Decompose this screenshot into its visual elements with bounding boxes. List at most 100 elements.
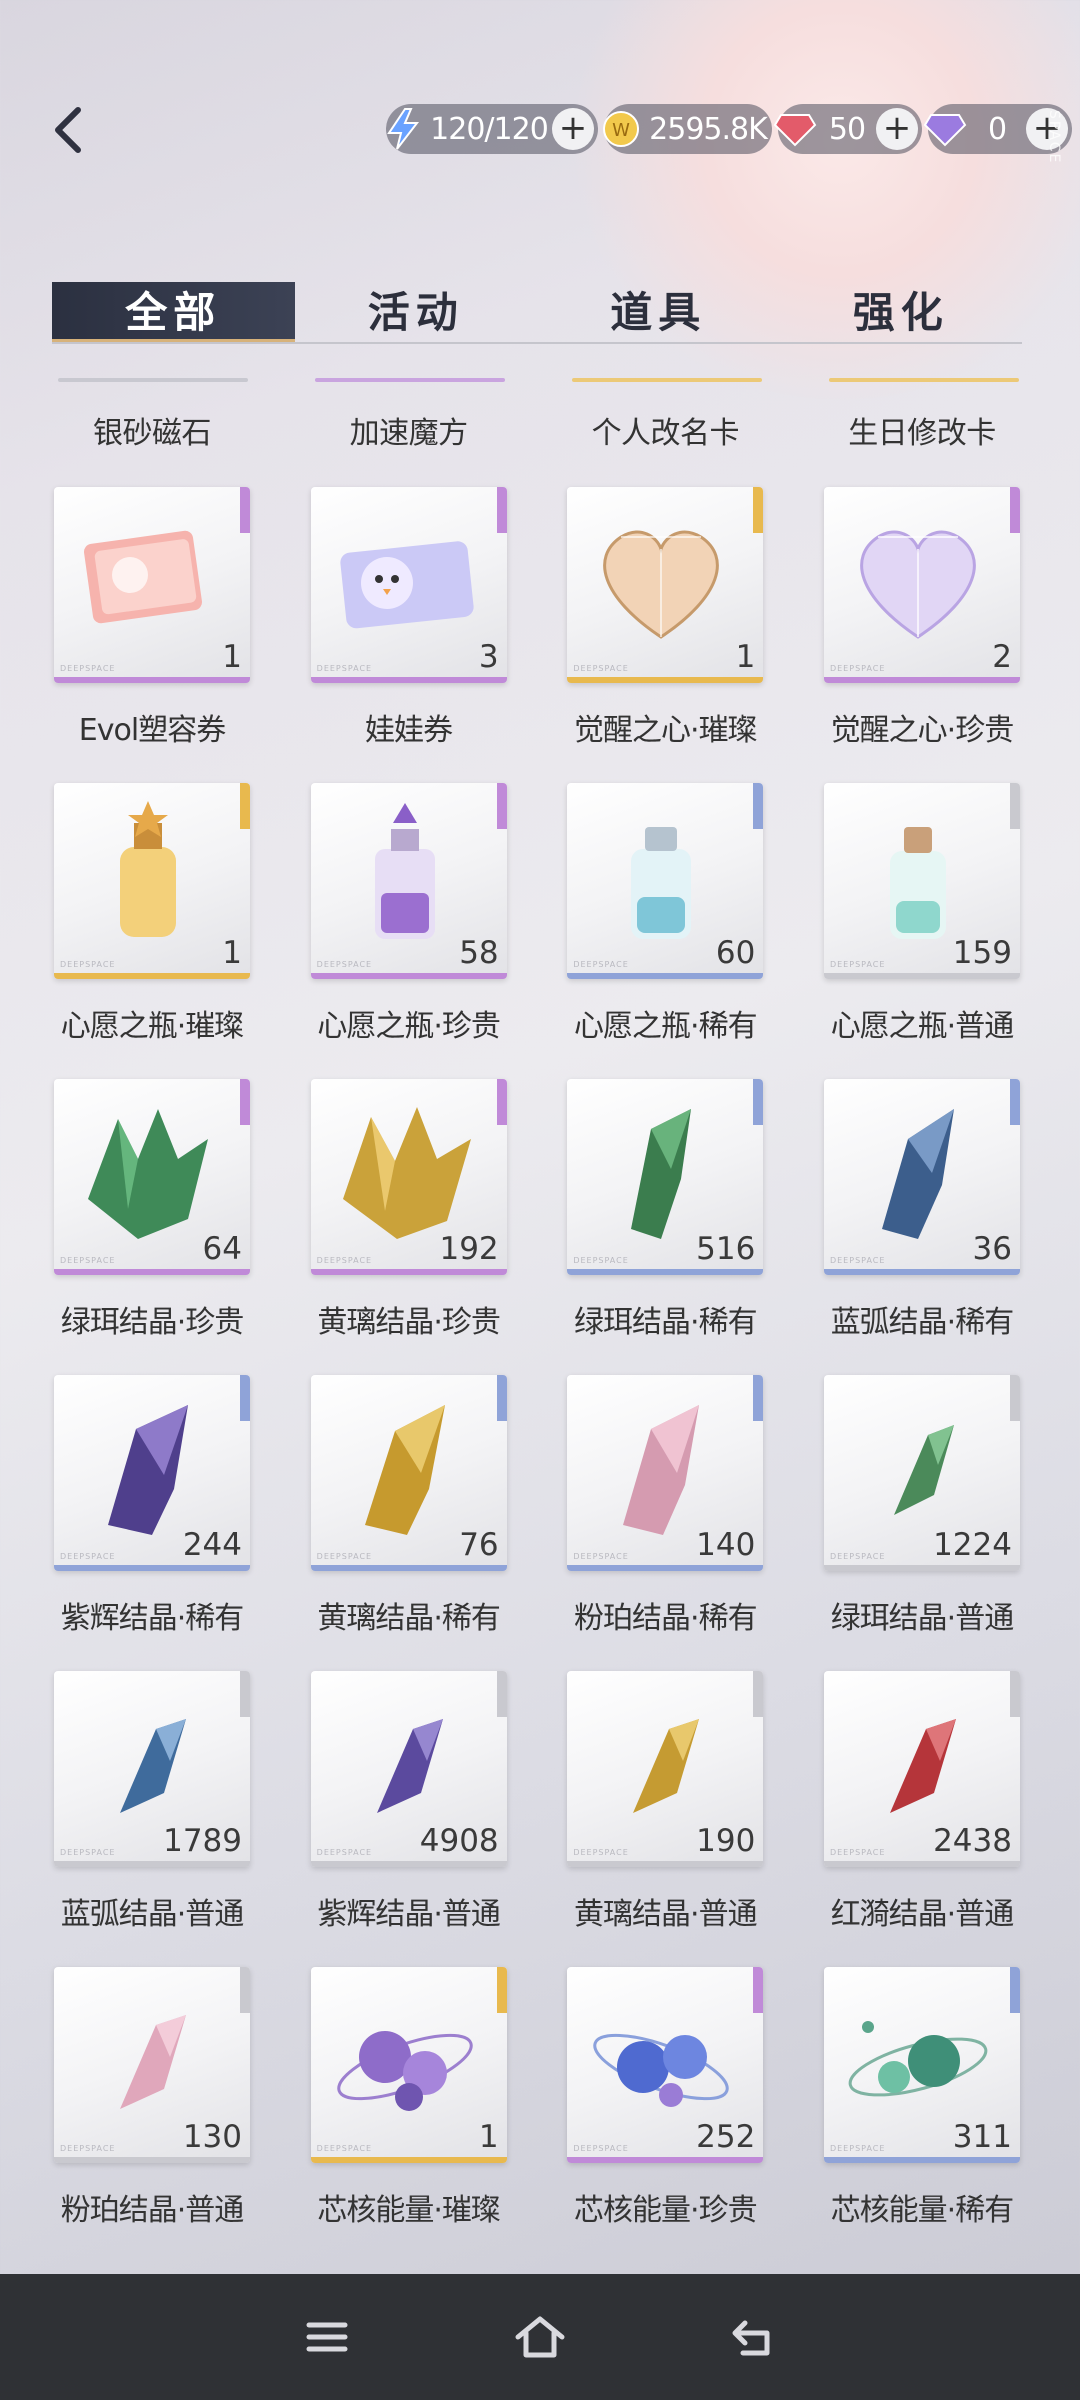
item-quantity: 311 <box>952 2119 1012 2155</box>
item-art-icon <box>376 1719 443 1813</box>
item-card[interactable]: DEEPSPACE 140 <box>567 1375 764 1571</box>
rarity-bar <box>310 1269 507 1275</box>
tab-items[interactable]: 道具 <box>537 282 780 342</box>
item-card[interactable]: DEEPSPACE 192 <box>310 1079 507 1275</box>
item-quantity: 76 <box>459 1527 499 1563</box>
item-name: 芯核能量·璀璨 <box>317 2193 501 2228</box>
item-card[interactable]: DEEPSPACE 60 <box>567 783 764 979</box>
item-card[interactable]: DEEPSPACE 3 <box>310 487 507 683</box>
inventory-item[interactable]: DEEPSPACE 76 黄璃结晶·稀有 <box>309 1375 509 1671</box>
item-card[interactable]: DEEPSPACE 1 <box>310 1967 507 2163</box>
chevron-left-icon <box>55 107 81 153</box>
item-art-icon <box>889 1719 956 1813</box>
inventory-item[interactable]: DEEPSPACE 4908 紫辉结晶·普通 <box>309 1671 509 1967</box>
rarity-tag <box>753 487 764 533</box>
item-card[interactable]: DEEPSPACE 1 <box>567 487 764 683</box>
rarity-tag <box>496 1079 507 1125</box>
item-card[interactable]: DEEPSPACE 2 <box>823 487 1020 683</box>
inventory-item[interactable]: DEEPSPACE 311 芯核能量·稀有 <box>822 1967 1022 2263</box>
inventory-item[interactable]: DEEPSPACE 1 芯核能量·璀璨 <box>309 1967 509 2263</box>
item-card[interactable]: DEEPSPACE 4908 <box>310 1671 507 1867</box>
add-gem-button[interactable]: + <box>876 108 918 150</box>
add-stamina-button[interactable]: + <box>552 108 594 150</box>
inventory-item[interactable]: DEEPSPACE 1 觉醒之心·璀璨 <box>565 487 765 783</box>
rarity-bar <box>567 1861 764 1867</box>
inventory-item[interactable]: DEEPSPACE 159 心愿之瓶·普通 <box>822 783 1022 1079</box>
item-card[interactable]: DEEPSPACE 2438 <box>823 1671 1020 1867</box>
inventory-item[interactable]: DEEPSPACE 140 粉珀结晶·稀有 <box>565 1375 765 1671</box>
rarity-tag <box>240 487 250 533</box>
item-card[interactable]: DEEPSPACE 130 <box>54 1967 250 2163</box>
brand-watermark: DEEPSPACE <box>829 960 886 969</box>
inventory-item[interactable]: DEEPSPACE 252 芯核能量·珍贵 <box>565 1967 765 2263</box>
item-quantity: 159 <box>952 935 1012 971</box>
item-quantity: 1 <box>222 639 242 675</box>
item-card[interactable]: DEEPSPACE 1 <box>54 487 250 683</box>
rarity-bar <box>823 973 1020 979</box>
back-arrow-icon[interactable] <box>723 2307 783 2367</box>
brand-watermark: DEEPSPACE <box>60 960 116 969</box>
gold-coin-icon: W <box>598 106 644 152</box>
inventory-item[interactable]: DEEPSPACE 1789 蓝弧结晶·普通 <box>52 1671 252 1967</box>
inventory-item[interactable]: DEEPSPACE 3 娃娃券 <box>309 487 509 783</box>
tab-event[interactable]: 活动 <box>295 282 538 342</box>
item-name: 生日修改卡 <box>848 416 996 451</box>
menu-icon[interactable] <box>297 2307 357 2367</box>
inventory-item[interactable]: DEEPSPACE 1 心愿之瓶·璀璨 <box>52 783 252 1079</box>
inventory-item[interactable]: DEEPSPACE 2 觉醒之心·珍贵 <box>822 487 1022 783</box>
inventory-item[interactable]: DEEPSPACE 190 黄璃结晶·普通 <box>565 1671 765 1967</box>
item-name: 蓝弧结晶·稀有 <box>830 1305 1015 1340</box>
item-art-icon <box>364 1405 445 1535</box>
brand-watermark: DEEPSPACE <box>60 1552 116 1561</box>
rarity-tag <box>496 487 507 533</box>
item-art-icon <box>893 1425 954 1515</box>
item-card[interactable]: DEEPSPACE 311 <box>823 1967 1020 2163</box>
rarity-tag <box>496 1671 507 1717</box>
inventory-item[interactable]: DEEPSPACE 244 紫辉结晶·稀有 <box>52 1375 252 1671</box>
rarity-bar <box>823 1861 1020 1867</box>
item-card[interactable]: DEEPSPACE 76 <box>310 1375 507 1571</box>
item-card[interactable]: DEEPSPACE 1224 <box>823 1375 1020 1571</box>
inventory-item[interactable]: DEEPSPACE 60 心愿之瓶·稀有 <box>565 783 765 1079</box>
brand-watermark: DEEPSPACE <box>829 1552 886 1561</box>
brand-watermark: DEEPSPACE <box>829 664 886 673</box>
brand-watermark: DEEPSPACE <box>316 960 373 969</box>
item-art-icon <box>860 530 976 639</box>
inventory-item[interactable]: DEEPSPACE 1224 绿珥结晶·普通 <box>822 1375 1022 1671</box>
item-art-icon <box>848 2021 988 2097</box>
tab-all[interactable]: 全部 <box>52 282 295 342</box>
inventory-item[interactable]: DEEPSPACE 2438 红漪结晶·普通 <box>822 1671 1022 1967</box>
inventory-grid: DEEPSPACE 1 Evol塑容券 DEEPSPACE 3 娃娃券 DEEPSPACE 1… <box>52 487 1032 2263</box>
item-card[interactable]: DEEPSPACE 252 <box>567 1967 764 2163</box>
inventory-item[interactable]: DEEPSPACE 1 Evol塑容券 <box>52 487 252 783</box>
item-name: 红漪结晶·普通 <box>830 1897 1015 1932</box>
item-card[interactable]: DEEPSPACE 159 <box>823 783 1020 979</box>
purple-diamond-icon <box>922 106 968 152</box>
item-card[interactable]: DEEPSPACE 1789 <box>54 1671 250 1867</box>
item-quantity: 1 <box>222 935 242 971</box>
item-card[interactable]: DEEPSPACE 64 <box>54 1079 250 1275</box>
item-card[interactable]: DEEPSPACE 516 <box>567 1079 764 1275</box>
inventory-item[interactable]: DEEPSPACE 130 粉珀结晶·普通 <box>52 1967 252 2263</box>
inventory-item[interactable]: DEEPSPACE 64 绿珥结晶·珍贵 <box>52 1079 252 1375</box>
item-art-icon <box>631 1109 692 1239</box>
item-quantity: 190 <box>696 1823 756 1859</box>
item-card[interactable]: DEEPSPACE 36 <box>823 1079 1020 1275</box>
item-name: 芯核能量·珍贵 <box>574 2193 758 2228</box>
item-quantity: 2438 <box>933 1823 1012 1859</box>
stamina-resource: 120/120 + <box>386 104 598 154</box>
tab-enhance[interactable]: 强化 <box>780 282 1023 342</box>
home-icon[interactable] <box>510 2307 570 2367</box>
item-quantity: 64 <box>202 1231 242 1267</box>
item-card[interactable]: DEEPSPACE 190 <box>567 1671 764 1867</box>
inventory-item[interactable]: DEEPSPACE 58 心愿之瓶·珍贵 <box>309 783 509 1079</box>
rarity-bar <box>310 1565 507 1571</box>
inventory-item[interactable]: DEEPSPACE 516 绿珥结晶·稀有 <box>565 1079 765 1375</box>
back-button[interactable] <box>42 100 102 160</box>
item-name: 加速魔方 <box>349 416 469 451</box>
item-card[interactable]: DEEPSPACE 244 <box>54 1375 250 1571</box>
inventory-item[interactable]: DEEPSPACE 192 黄璃结晶·珍贵 <box>309 1079 509 1375</box>
inventory-item[interactable]: DEEPSPACE 36 蓝弧结晶·稀有 <box>822 1079 1022 1375</box>
item-card[interactable]: DEEPSPACE 1 <box>54 783 250 979</box>
item-card[interactable]: DEEPSPACE 58 <box>310 783 507 979</box>
